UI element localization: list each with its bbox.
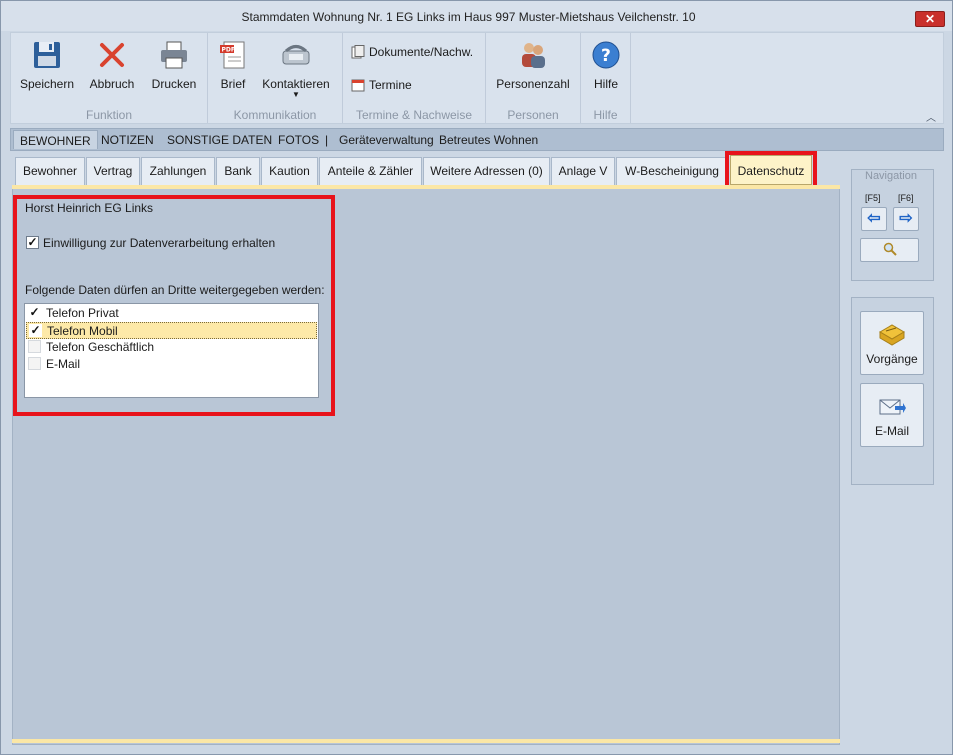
help-question-icon: ? xyxy=(592,41,620,69)
red-x-icon xyxy=(100,43,124,67)
next-key-label: [F6] xyxy=(898,193,914,203)
persons-count-button[interactable]: Personenzahl xyxy=(494,39,572,91)
tab-w-bescheinigung[interactable]: W-Bescheinigung xyxy=(616,157,728,185)
section-notizen[interactable]: NOTIZEN xyxy=(101,133,154,147)
cancel-label: Abbruch xyxy=(89,77,135,91)
help-label: Hilfe xyxy=(593,77,618,91)
email-label: E-Mail xyxy=(874,424,909,438)
people-icon xyxy=(522,43,545,68)
navigation-title: Navigation xyxy=(863,170,919,182)
documents-icon xyxy=(351,45,365,59)
magnifier-icon xyxy=(883,242,897,256)
content-top-accent xyxy=(12,185,840,189)
prev-key-label: [F5] xyxy=(865,193,881,203)
cancel-button[interactable]: Abbruch xyxy=(87,39,137,91)
contact-label: Kontaktieren xyxy=(262,77,330,91)
documents-button[interactable]: Dokumente/Nachw. xyxy=(351,45,473,59)
ribbon-collapse-icon[interactable]: ︿ xyxy=(926,109,936,124)
folder-tray-icon xyxy=(879,324,905,346)
group-label-termine: Termine & Nachweise xyxy=(355,108,473,122)
tab-anlage-v[interactable]: Anlage V xyxy=(551,157,615,185)
section-sonstige-daten[interactable]: SONSTIGE DATEN xyxy=(167,133,272,147)
tab-anteile-zaehler[interactable]: Anteile & Zähler xyxy=(319,157,422,185)
tab-bewohner[interactable]: Bewohner xyxy=(15,157,85,185)
section-betreutes-wohnen[interactable]: Betreutes Wohnen xyxy=(439,133,538,147)
ribbon-group-termine: Dokumente/Nachw. Termine Termine & Nachw… xyxy=(343,33,486,123)
ribbon-group-hilfe: ? Hilfe Hilfe xyxy=(581,33,631,123)
previous-button[interactable]: ⇦ xyxy=(861,207,887,231)
appointments-button[interactable]: Termine xyxy=(351,78,412,92)
fax-phone-icon xyxy=(282,45,310,65)
persons-count-label: Personenzahl xyxy=(496,77,570,91)
content-bottom-accent xyxy=(12,739,840,743)
save-label: Speichern xyxy=(19,77,75,91)
ribbon-group-kommunikation: PDF Brief Kontaktieren ▼ Kommunikation xyxy=(208,33,343,123)
window-title: Stammdaten Wohnung Nr. 1 EG Links im Hau… xyxy=(241,10,696,24)
section-separator: | xyxy=(325,133,329,147)
print-button[interactable]: Drucken xyxy=(149,39,199,91)
letter-button[interactable]: PDF Brief xyxy=(216,39,250,91)
tab-bank[interactable]: Bank xyxy=(216,157,260,185)
contact-button[interactable]: Kontaktieren ▼ xyxy=(260,39,332,99)
section-geraeteverwaltung[interactable]: Geräteverwaltung xyxy=(339,133,434,147)
arrow-right-icon: ⇨ xyxy=(899,210,913,227)
documents-label: Dokumente/Nachw. xyxy=(369,45,474,59)
tab-zahlungen[interactable]: Zahlungen xyxy=(141,157,215,185)
main-window: Stammdaten Wohnung Nr. 1 EG Links im Hau… xyxy=(0,0,953,755)
ribbon-group-personen: Personenzahl Personen xyxy=(486,33,581,123)
ribbon: Speichern Abbruch Drucken Funktion PDF B… xyxy=(10,32,944,124)
svg-text:PDF: PDF xyxy=(222,47,235,54)
help-button[interactable]: ? Hilfe xyxy=(587,39,625,91)
section-bewohner[interactable]: BEWOHNER xyxy=(13,130,98,149)
group-label-funktion: Funktion xyxy=(85,108,133,122)
search-button[interactable] xyxy=(860,238,919,262)
letter-label: Brief xyxy=(220,77,246,91)
tab-kaution[interactable]: Kaution xyxy=(261,157,318,185)
appointments-label: Termine xyxy=(369,78,412,92)
highlight-box-content xyxy=(13,195,335,416)
email-button[interactable]: E-Mail xyxy=(860,383,924,447)
print-label: Drucken xyxy=(151,77,197,91)
svg-text:?: ? xyxy=(601,46,611,66)
tab-weitere-adressen[interactable]: Weitere Adressen (0) xyxy=(423,157,550,185)
group-label-personen: Personen xyxy=(507,108,559,122)
close-button[interactable]: ✕ xyxy=(915,11,945,27)
floppy-disk-icon xyxy=(34,42,60,68)
dropdown-arrow-icon: ▼ xyxy=(292,90,300,99)
save-button[interactable]: Speichern xyxy=(19,39,75,91)
group-label-hilfe: Hilfe xyxy=(593,108,618,122)
section-fotos[interactable]: FOTOS xyxy=(278,133,319,147)
processes-label: Vorgänge xyxy=(866,352,918,366)
calendar-icon xyxy=(351,79,365,92)
envelope-arrow-icon xyxy=(879,399,906,415)
arrow-left-icon: ⇦ xyxy=(867,210,881,227)
ribbon-group-funktion: Speichern Abbruch Drucken Funktion xyxy=(11,33,208,123)
next-button[interactable]: ⇨ xyxy=(893,207,919,231)
printer-icon xyxy=(161,41,187,69)
tab-vertrag[interactable]: Vertrag xyxy=(86,157,140,185)
section-bar: BEWOHNER NOTIZEN SONSTIGE DATEN FOTOS | … xyxy=(10,128,944,151)
group-label-kommunikation: Kommunikation xyxy=(233,108,317,122)
processes-button[interactable]: Vorgänge xyxy=(860,311,924,375)
title-bar: Stammdaten Wohnung Nr. 1 EG Links im Hau… xyxy=(1,1,952,31)
pdf-document-icon: PDF xyxy=(220,41,245,69)
